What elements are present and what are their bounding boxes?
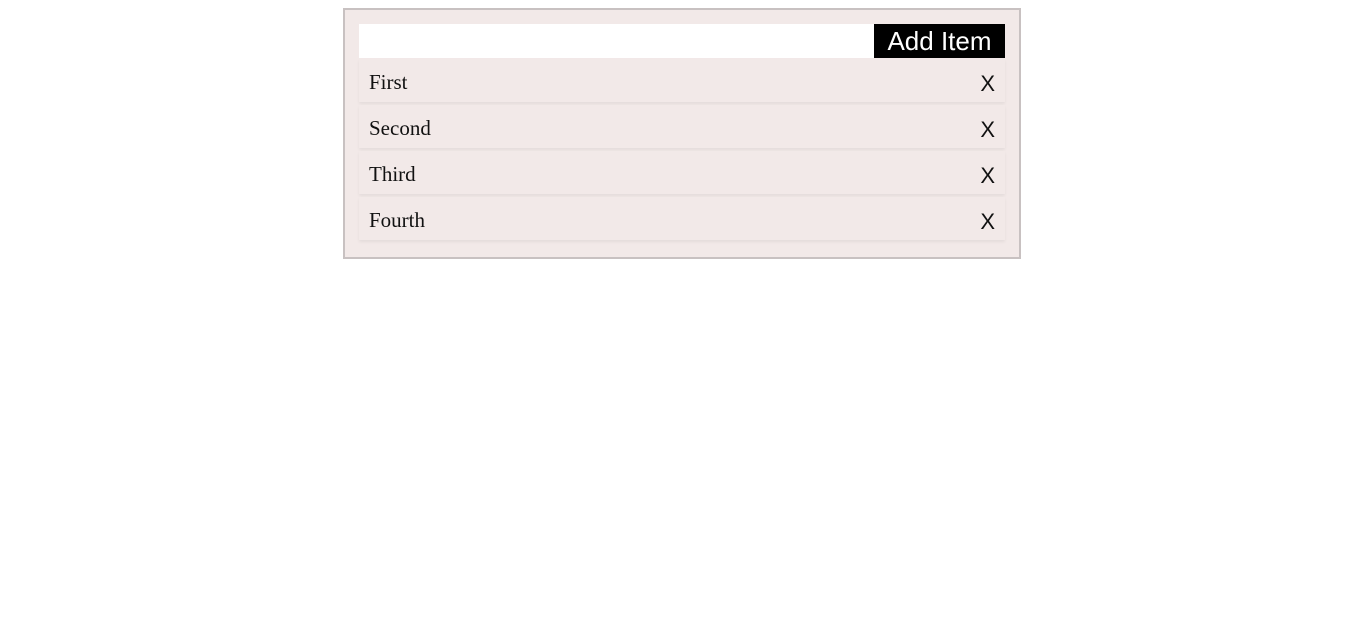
add-item-form: Add Item xyxy=(359,24,1005,58)
list-item: Fourth X xyxy=(359,197,1005,240)
remove-item-button[interactable]: X xyxy=(980,72,995,96)
todo-panel: Add Item First X Second X Third X Fourth… xyxy=(343,8,1021,259)
remove-item-button[interactable]: X xyxy=(980,210,995,234)
item-label: First xyxy=(369,70,408,94)
item-list: First X Second X Third X Fourth X xyxy=(359,59,1005,243)
item-label: Fourth xyxy=(369,208,426,232)
list-item: First X xyxy=(359,59,1005,102)
remove-item-button[interactable]: X xyxy=(980,164,995,188)
list-item: Third X xyxy=(359,151,1005,194)
list-item: Second X xyxy=(359,105,1005,148)
item-label: Second xyxy=(369,116,431,140)
item-label: Third xyxy=(369,162,416,186)
item-input[interactable] xyxy=(359,24,874,58)
add-item-button[interactable]: Add Item xyxy=(874,24,1005,58)
remove-item-button[interactable]: X xyxy=(980,118,995,142)
